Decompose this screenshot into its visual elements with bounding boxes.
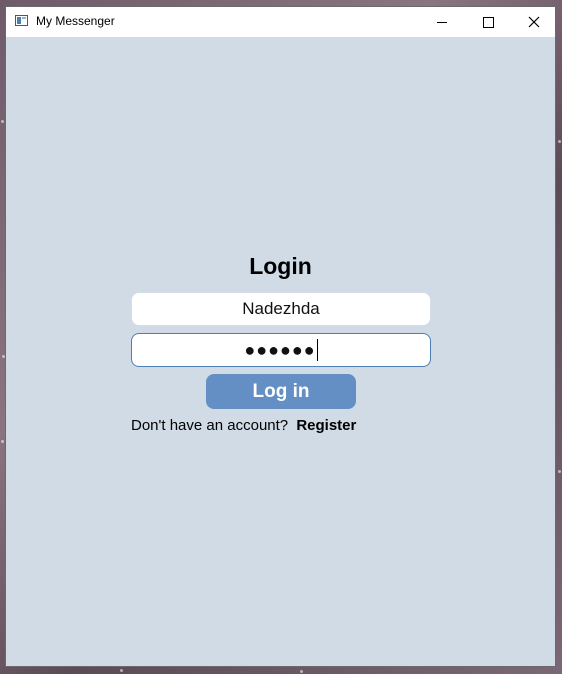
register-link[interactable]: Register: [296, 417, 356, 434]
title-bar[interactable]: My Messenger: [6, 7, 555, 37]
username-input[interactable]: [131, 292, 431, 326]
desktop-speck: [1, 120, 4, 123]
desktop-speck: [300, 670, 303, 673]
text-caret: [316, 339, 318, 361]
register-prompt: Don't have an account? Register: [131, 417, 356, 434]
password-mask: ●●●●●●: [244, 339, 316, 360]
no-account-text: Don't have an account?: [131, 417, 289, 434]
password-content: ●●●●●●: [132, 334, 430, 366]
close-button[interactable]: [511, 7, 557, 37]
minimize-icon: [437, 21, 447, 23]
maximize-icon: [482, 16, 494, 28]
desktop-speck: [558, 470, 561, 473]
app-icon: [15, 15, 28, 26]
close-icon: [528, 16, 540, 28]
app-window: My Messenger Login ●●●●●● Log in Don't h…: [5, 6, 556, 667]
maximize-button[interactable]: [465, 7, 511, 37]
login-panel: Login ●●●●●● Log in Don't have an accoun…: [6, 37, 555, 667]
minimize-button[interactable]: [419, 7, 465, 37]
desktop-speck: [1, 440, 4, 443]
login-heading: Login: [249, 253, 312, 279]
password-input[interactable]: ●●●●●●: [131, 333, 431, 367]
desktop-speck: [558, 140, 561, 143]
login-button[interactable]: Log in: [206, 374, 356, 409]
desktop-speck: [120, 669, 123, 672]
window-title: My Messenger: [36, 14, 115, 28]
